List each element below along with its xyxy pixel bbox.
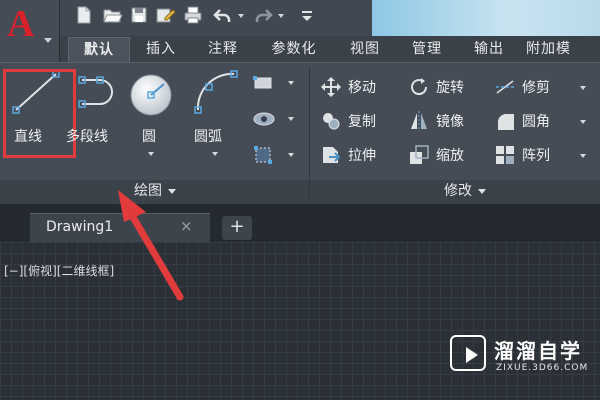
mirror-tool-button[interactable]: 镜像	[408, 108, 464, 134]
fillet-tool-label: 圆角	[522, 114, 550, 130]
arc-tool-label: 圆弧	[194, 129, 222, 145]
polyline-icon	[78, 76, 113, 108]
arc-tool-button[interactable]: 圆弧	[188, 70, 244, 162]
polyline-tool-label: 多段线	[66, 129, 108, 145]
autocad-window: A 默认 插入 注释 参数化 视图 管理 输出 附加模 绘图 修改 直线 多段线…	[0, 0, 600, 400]
new-file-icon[interactable]	[73, 4, 95, 26]
app-menu-button[interactable]: A	[0, 0, 60, 62]
rectangle-dropdown-icon[interactable]	[288, 81, 294, 85]
boundary-icon	[254, 146, 272, 164]
scale-tool-button[interactable]: 缩放	[408, 142, 464, 168]
copy-tool-button[interactable]: 复制	[320, 108, 376, 134]
watermark-play-icon	[450, 335, 486, 371]
modify-panel-title-bar[interactable]: 修改	[310, 180, 600, 204]
circle-icon	[130, 74, 172, 116]
array-tool-label: 阵列	[522, 148, 550, 164]
undo-icon[interactable]	[212, 4, 234, 26]
trim-tool-button[interactable]: 修剪	[494, 74, 550, 100]
stretch-tool-button[interactable]: 拉伸	[320, 142, 376, 168]
arc-icon	[194, 70, 238, 114]
watermark-name: 溜溜自学	[494, 339, 582, 363]
rectangle-icon	[253, 76, 272, 89]
arc-dropdown-icon[interactable]	[212, 152, 218, 156]
circle-dropdown-icon[interactable]	[148, 152, 154, 156]
tab-manage[interactable]: 管理	[400, 37, 454, 62]
copy-icon	[323, 113, 340, 130]
customize-toolbar-icon[interactable]	[296, 4, 318, 26]
app-menu-dropdown-icon	[44, 38, 52, 43]
new-tab-button[interactable]: +	[222, 216, 252, 240]
array-icon	[496, 146, 514, 164]
save-icon[interactable]	[128, 4, 150, 26]
hatch-icon	[253, 112, 275, 126]
tab-annotate[interactable]: 注释	[196, 37, 250, 62]
rotate-icon	[411, 78, 428, 96]
watermark: 溜溜自学 ZIXUE.3D66.COM	[448, 335, 596, 377]
mirror-tool-label: 镜像	[436, 114, 464, 130]
scale-icon	[410, 145, 429, 164]
save-as-icon[interactable]	[154, 4, 176, 26]
trim-tool-label: 修剪	[522, 80, 550, 96]
fillet-tool-button[interactable]: 圆角	[494, 108, 550, 134]
polyline-tool-button[interactable]: 多段线	[64, 70, 124, 154]
circle-tool-button[interactable]: 圆	[126, 70, 176, 162]
mirror-icon	[411, 111, 427, 131]
fillet-dropdown-icon[interactable]	[580, 120, 586, 124]
title-bar-background	[372, 0, 600, 36]
tab-insert[interactable]: 插入	[134, 37, 188, 62]
tab-output[interactable]: 输出	[462, 37, 516, 62]
draw-panel-title-bar[interactable]: 绘图	[0, 180, 309, 204]
ribbon-tab-bar: 默认 插入 注释 参数化 视图 管理 输出 附加模	[60, 36, 600, 62]
fillet-icon	[498, 114, 514, 130]
draw-panel-expand-icon	[168, 188, 176, 194]
plot-icon[interactable]	[182, 4, 204, 26]
title-bar	[0, 0, 600, 36]
modify-panel-expand-icon	[478, 188, 486, 194]
file-tab-drawing1[interactable]: Drawing1 ×	[30, 213, 210, 242]
modify-panel-title-text: 修改	[444, 183, 472, 199]
boundary-tool-button[interactable]	[252, 144, 298, 168]
scale-tool-label: 缩放	[436, 148, 464, 164]
tab-default[interactable]: 默认	[68, 37, 130, 62]
copy-tool-label: 复制	[348, 114, 376, 130]
tab-addins[interactable]: 附加模	[526, 37, 600, 62]
stretch-tool-label: 拉伸	[348, 148, 376, 164]
move-tool-button[interactable]: 移动	[320, 74, 376, 100]
redo-dropdown-icon[interactable]	[278, 14, 284, 18]
rotate-tool-button[interactable]: 旋转	[408, 74, 464, 100]
hatch-dropdown-icon[interactable]	[288, 117, 294, 121]
file-tab-bar: Drawing1 × +	[0, 204, 600, 242]
viewport-controls-label[interactable]: [−][俯视][二维线框]	[4, 262, 114, 279]
redo-icon[interactable]	[252, 4, 274, 26]
rectangle-tool-button[interactable]	[252, 72, 298, 96]
trim-icon	[496, 80, 514, 94]
boundary-dropdown-icon[interactable]	[288, 153, 294, 157]
circle-tool-label: 圆	[142, 129, 156, 145]
draw-panel-title-text: 绘图	[134, 183, 162, 199]
move-icon	[321, 77, 341, 97]
modify-panel-title[interactable]: 修改	[420, 180, 510, 202]
array-dropdown-icon[interactable]	[580, 154, 586, 158]
move-tool-label: 移动	[348, 80, 376, 96]
autocad-logo-icon: A	[7, 3, 35, 45]
array-tool-button[interactable]: 阵列	[494, 142, 550, 168]
tab-parametric[interactable]: 参数化	[258, 37, 330, 62]
hatch-tool-button[interactable]	[252, 108, 298, 132]
close-tab-icon[interactable]: ×	[180, 217, 193, 235]
undo-dropdown-icon[interactable]	[238, 14, 244, 18]
tab-view[interactable]: 视图	[338, 37, 392, 62]
draw-panel-title[interactable]: 绘图	[100, 180, 210, 202]
open-file-icon[interactable]	[101, 4, 123, 26]
stretch-icon	[323, 147, 341, 163]
file-tab-label: Drawing1	[46, 219, 114, 235]
trim-dropdown-icon[interactable]	[580, 86, 586, 90]
watermark-url: ZIXUE.3D66.COM	[496, 363, 589, 373]
rotate-tool-label: 旋转	[436, 80, 464, 96]
